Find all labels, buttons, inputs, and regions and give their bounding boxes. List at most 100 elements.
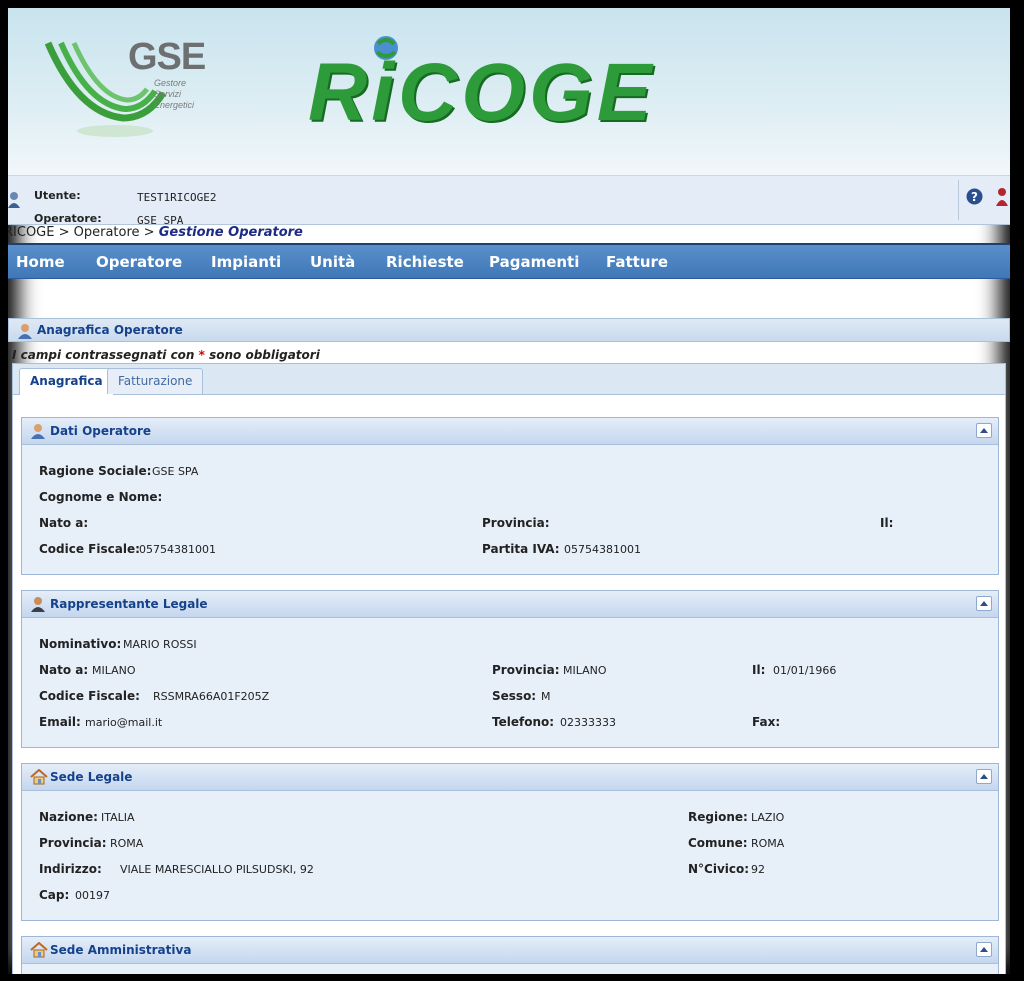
user-icon bbox=[8, 192, 20, 208]
collapse-button[interactable] bbox=[976, 942, 992, 957]
section-title: Rappresentante Legale bbox=[50, 597, 208, 611]
indirizzo-value: VIALE MARESCIALLO PILSUDSKI, 92 bbox=[120, 863, 314, 876]
cognome-nome-label: Cognome e Nome: bbox=[39, 490, 163, 504]
cap-value: 00197 bbox=[75, 889, 110, 902]
house-icon bbox=[30, 942, 48, 958]
nato-a-value: MILANO bbox=[92, 664, 136, 677]
section-header: Dati Operatore bbox=[22, 418, 998, 445]
nominativo-value: MARIO ROSSI bbox=[123, 638, 197, 651]
regione-value: LAZIO bbox=[751, 811, 785, 824]
logout-icon[interactable] bbox=[994, 186, 1010, 208]
anagrafica-operatore-panel: Anagrafica Operatore I campi contrassegn… bbox=[8, 318, 1010, 974]
section-header: Sede Amministrativa bbox=[22, 937, 998, 964]
tab-strip: Anagrafica Fatturazione bbox=[12, 363, 1006, 395]
comune-label: Comune: bbox=[688, 836, 748, 850]
nominativo-label: Nominativo: bbox=[39, 637, 122, 651]
codice-fiscale-label: Codice Fiscale: bbox=[39, 542, 140, 556]
breadcrumb-separator: > bbox=[139, 225, 159, 240]
main-nav: Home Operatore Impianti Unità Richieste … bbox=[8, 243, 1010, 279]
codice-fiscale-value: 05754381001 bbox=[139, 543, 216, 556]
breadcrumb-current: Gestione Operatore bbox=[158, 225, 303, 240]
email-label: Email: bbox=[39, 715, 81, 729]
collapse-button[interactable] bbox=[976, 596, 992, 611]
tab-anagrafica[interactable]: Anagrafica bbox=[19, 368, 114, 395]
nav-pagamenti[interactable]: Pagamenti bbox=[489, 253, 579, 271]
sesso-label: Sesso: bbox=[492, 689, 537, 703]
nav-home[interactable]: Home bbox=[16, 253, 65, 271]
section-header: Rappresentante Legale bbox=[22, 591, 998, 618]
section-dati-operatore: Dati Operatore Ragione Sociale: GSE SPA … bbox=[21, 417, 999, 575]
provincia-label: Provincia: bbox=[492, 663, 560, 677]
operatore-label: Operatore: bbox=[34, 212, 102, 225]
section-header: Sede Legale bbox=[22, 764, 998, 791]
nav-operatore[interactable]: Operatore bbox=[96, 253, 182, 271]
nav-unita[interactable]: Unità bbox=[310, 253, 355, 271]
section-rappresentante-legale: Rappresentante Legale Nominativo: MARIO … bbox=[21, 590, 999, 748]
help-icon[interactable]: ? bbox=[966, 188, 983, 205]
section-sede-legale: Sede Legale Nazione: ITALIA Regione: LAZ… bbox=[21, 763, 999, 921]
il-label: Il: bbox=[880, 516, 894, 530]
breadcrumb-root[interactable]: RICOGE bbox=[8, 225, 54, 240]
codice-fiscale-label: Codice Fiscale: bbox=[39, 689, 140, 703]
svg-text:?: ? bbox=[971, 190, 978, 204]
provincia-label: Provincia: bbox=[39, 836, 107, 850]
telefono-label: Telefono: bbox=[492, 715, 555, 729]
utente-value: TEST1RICOGE2 bbox=[137, 191, 217, 204]
nav-richieste[interactable]: Richieste bbox=[386, 253, 464, 271]
required-fields-note: I campi contrassegnati con * sono obblig… bbox=[12, 348, 320, 362]
ragione-sociale-label: Ragione Sociale: bbox=[39, 464, 152, 478]
user-icon bbox=[18, 324, 32, 339]
comune-value: ROMA bbox=[751, 837, 785, 850]
nazione-value: ITALIA bbox=[101, 811, 135, 824]
tab-fatturazione[interactable]: Fatturazione bbox=[107, 368, 204, 394]
panel-title: Anagrafica Operatore bbox=[37, 323, 183, 337]
house-icon bbox=[30, 769, 48, 785]
section-title: Dati Operatore bbox=[50, 424, 152, 438]
app-title: RiCOGE bbox=[308, 47, 656, 138]
email-value: mario@mail.it bbox=[85, 716, 163, 729]
required-note-text: I campi contrassegnati con bbox=[12, 348, 199, 362]
provincia-value: MILANO bbox=[563, 664, 607, 677]
nato-a-label: Nato a: bbox=[39, 516, 89, 530]
required-note-text-end: sono obbligatori bbox=[204, 348, 320, 362]
nav-fatture[interactable]: Fatture bbox=[606, 253, 668, 271]
gse-logo-subtitle: Gestore Servizi Energetici bbox=[154, 78, 195, 110]
nato-a-label: Nato a: bbox=[39, 663, 89, 677]
nav-impianti[interactable]: Impianti bbox=[211, 253, 281, 271]
il-label: Il: bbox=[752, 663, 766, 677]
user-info-bar: Utente: TEST1RICOGE2 Operatore: GSE SPA bbox=[8, 175, 1010, 227]
collapse-button[interactable] bbox=[976, 769, 992, 784]
user-icon bbox=[31, 424, 45, 439]
header-banner: GSE Gestore Servizi Energetici RiCOGE bbox=[8, 8, 1010, 175]
civico-label: N°Civico: bbox=[688, 862, 750, 876]
section-title: Sede Legale bbox=[50, 770, 133, 784]
utente-label: Utente: bbox=[34, 189, 81, 202]
provincia-label: Provincia: bbox=[482, 516, 550, 530]
indirizzo-label: Indirizzo: bbox=[39, 862, 102, 876]
panel-header: Anagrafica Operatore bbox=[8, 318, 1010, 342]
partita-iva-value: 05754381001 bbox=[564, 543, 641, 556]
codice-fiscale-value: RSSMRA66A01F205Z bbox=[153, 690, 270, 703]
fax-label: Fax: bbox=[752, 715, 781, 729]
userbar-divider bbox=[958, 180, 959, 220]
partita-iva-label: Partita IVA: bbox=[482, 542, 560, 556]
sesso-value: M bbox=[541, 690, 551, 703]
breadcrumb-operatore[interactable]: Operatore bbox=[74, 225, 140, 240]
collapse-button[interactable] bbox=[976, 423, 992, 438]
il-value: 01/01/1966 bbox=[773, 664, 837, 677]
section-title: Sede Amministrativa bbox=[50, 943, 192, 957]
breadcrumb: RICOGE > Operatore > Gestione Operatore bbox=[8, 225, 1010, 243]
ragione-sociale-value: GSE SPA bbox=[152, 465, 199, 478]
legal-representative-icon bbox=[31, 597, 45, 612]
app-frame: GSE Gestore Servizi Energetici RiCOGE Ut… bbox=[8, 8, 1010, 974]
breadcrumb-separator: > bbox=[54, 225, 74, 240]
civico-value: 92 bbox=[751, 863, 765, 876]
nazione-label: Nazione: bbox=[39, 810, 98, 824]
regione-label: Regione: bbox=[688, 810, 748, 824]
gse-logo-text: GSE bbox=[128, 36, 206, 78]
telefono-value: 02333333 bbox=[560, 716, 616, 729]
provincia-value: ROMA bbox=[110, 837, 144, 850]
tab-content: Dati Operatore Ragione Sociale: GSE SPA … bbox=[12, 395, 1006, 974]
section-sede-amministrativa: Sede Amministrativa bbox=[21, 936, 999, 974]
cap-label: Cap: bbox=[39, 888, 70, 902]
